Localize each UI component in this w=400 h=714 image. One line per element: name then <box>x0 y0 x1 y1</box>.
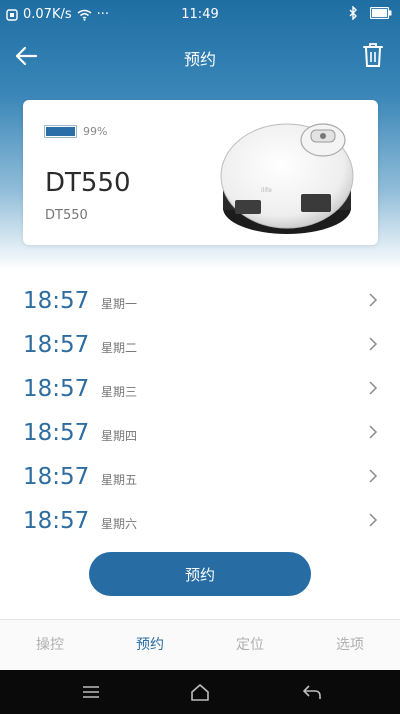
schedule-item-friday[interactable]: 18:57 星期五 <box>0 456 400 500</box>
battery-bar <box>44 125 77 138</box>
schedule-time: 18:57 <box>23 288 90 314</box>
chevron-right-icon <box>369 469 378 483</box>
schedule-time: 18:57 <box>23 508 90 530</box>
schedule-time: 18:57 <box>23 464 90 490</box>
schedule-item-tuesday[interactable]: 18:57 星期二 <box>0 324 400 368</box>
trash-icon[interactable] <box>362 42 384 68</box>
schedule-day: 星期五 <box>101 473 138 487</box>
chevron-right-icon <box>369 513 378 527</box>
tab-schedule[interactable]: 预约 <box>100 620 200 670</box>
tab-options[interactable]: 选项 <box>300 620 400 670</box>
home-icon[interactable] <box>189 682 211 702</box>
chevron-right-icon <box>369 293 378 307</box>
schedule-day: 星期六 <box>101 517 138 530</box>
chevron-right-icon <box>369 381 378 395</box>
schedule-item-thursday[interactable]: 18:57 星期四 <box>0 412 400 456</box>
status-time: 11:49 <box>181 7 219 22</box>
page-title: 预约 <box>183 50 216 69</box>
schedule-day: 星期一 <box>101 297 138 311</box>
schedule-day: 星期二 <box>101 341 138 355</box>
book-button[interactable]: 预约 <box>89 552 311 596</box>
tab-control[interactable]: 操控 <box>0 620 100 670</box>
schedule-day: 星期三 <box>101 385 138 399</box>
battery-indicator: 99% <box>44 125 107 138</box>
status-right <box>349 6 392 20</box>
status-bar: 0.07K/s ··· 11:49 <box>0 0 400 30</box>
bottom-tab-bar: 操控 预约 定位 选项 <box>0 619 400 670</box>
chevron-right-icon <box>369 425 378 439</box>
schedule-item-monday[interactable]: 18:57 星期一 <box>0 280 400 324</box>
system-back-icon[interactable] <box>301 682 323 702</box>
schedule-time: 18:57 <box>23 332 90 358</box>
device-name: DT550 <box>45 168 131 198</box>
schedule-time: 18:57 <box>23 376 90 402</box>
schedule-list: 18:57 星期一 18:57 星期二 18:57 星期三 18:57 星期四 … <box>0 280 400 530</box>
device-model: DT550 <box>45 208 88 223</box>
battery-bar-fill <box>46 127 75 136</box>
schedule-day: 星期四 <box>101 429 138 443</box>
svg-text:ilife: ilife <box>261 187 272 194</box>
schedule-item-saturday[interactable]: 18:57 星期六 <box>0 500 400 530</box>
battery-icon <box>370 7 392 19</box>
device-card[interactable]: 99% DT550 DT550 ilife <box>23 100 378 245</box>
battery-percent: 99% <box>83 125 108 138</box>
app-header: 预约 <box>0 34 400 78</box>
bluetooth-icon <box>349 6 357 20</box>
chevron-right-icon <box>369 337 378 351</box>
menu-icon[interactable] <box>80 682 102 702</box>
tab-locate[interactable]: 定位 <box>200 620 300 670</box>
schedule-item-wednesday[interactable]: 18:57 星期三 <box>0 368 400 412</box>
system-nav-bar <box>0 670 400 714</box>
schedule-time: 18:57 <box>23 420 90 446</box>
robot-vacuum-image: ilife <box>220 123 354 234</box>
